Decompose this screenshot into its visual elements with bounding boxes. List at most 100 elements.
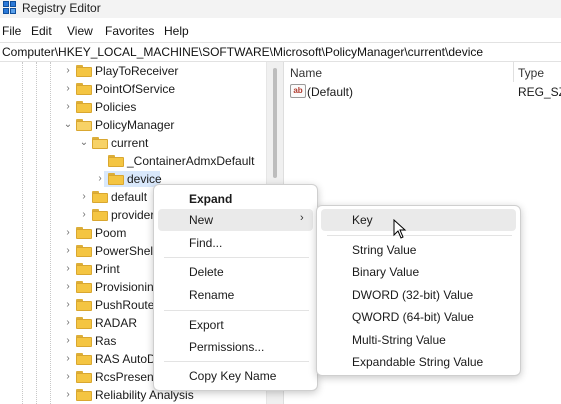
- menu-item-export[interactable]: Export: [158, 314, 313, 336]
- context-menu: Expand New › Find... Delete Rename Expor…: [153, 184, 318, 391]
- folder-icon: [92, 191, 108, 203]
- menu-item-new[interactable]: New ›: [158, 209, 313, 231]
- folder-icon: [76, 245, 92, 257]
- chevron-right-icon[interactable]: ›: [63, 281, 73, 293]
- folder-icon: [108, 155, 124, 167]
- menu-view[interactable]: View: [67, 24, 93, 38]
- string-value-icon: ab: [290, 84, 306, 98]
- folder-open-icon: [76, 119, 92, 131]
- tree-item-label: Ras: [95, 334, 117, 348]
- chevron-right-icon[interactable]: ›: [63, 389, 73, 401]
- chevron-right-icon[interactable]: ›: [95, 173, 105, 185]
- chevron-right-icon[interactable]: ›: [63, 353, 73, 365]
- tree-item-label: PowerShell: [95, 244, 156, 258]
- folder-icon: [76, 317, 92, 329]
- menu-separator: [164, 361, 309, 362]
- chevron-right-icon: ›: [300, 212, 304, 224]
- tree-item-label: Poom: [95, 226, 127, 240]
- tree-item-playtoreceiver[interactable]: › PlayToReceiver: [0, 62, 266, 80]
- tree-item-label: RAS AutoD: [95, 352, 156, 366]
- menu-item-find[interactable]: Find...: [158, 232, 313, 254]
- tree-item-label: provider: [111, 208, 155, 222]
- folder-icon: [76, 263, 92, 275]
- tree-item-label: _ContainerAdmxDefault: [127, 154, 255, 168]
- menu-item-permissions[interactable]: Permissions...: [158, 336, 313, 358]
- submenu-item-string-value[interactable]: String Value: [321, 239, 516, 261]
- column-divider[interactable]: [513, 62, 514, 82]
- folder-icon: [76, 281, 92, 293]
- window-title: Registry Editor: [22, 1, 101, 15]
- folder-icon: [76, 371, 92, 383]
- tree-item-label: RADAR: [95, 316, 138, 330]
- chevron-down-icon[interactable]: ⌄: [79, 137, 89, 149]
- folder-open-icon: [92, 137, 108, 149]
- chevron-right-icon[interactable]: ›: [63, 371, 73, 383]
- folder-icon: [108, 173, 124, 185]
- submenu-item-dword-value[interactable]: DWORD (32-bit) Value: [321, 284, 516, 306]
- menu-edit[interactable]: Edit: [31, 24, 52, 38]
- menu-help[interactable]: Help: [164, 24, 189, 38]
- tree-item-label: Print: [95, 262, 120, 276]
- chevron-right-icon[interactable]: ›: [63, 263, 73, 275]
- tree-item-label: Policies: [95, 100, 137, 114]
- scrollbar-thumb[interactable]: [273, 68, 277, 178]
- chevron-right-icon[interactable]: ›: [63, 245, 73, 257]
- tree-item-label: default: [111, 190, 148, 204]
- menu-item-expand[interactable]: Expand: [158, 188, 313, 210]
- menu-item-delete[interactable]: Delete: [158, 261, 313, 283]
- tree-item-policies[interactable]: › Policies: [0, 98, 266, 116]
- folder-icon: [76, 101, 92, 113]
- folder-icon: [76, 299, 92, 311]
- folder-icon: [76, 389, 92, 401]
- menu-separator: [327, 235, 512, 236]
- folder-icon: [76, 335, 92, 347]
- folder-icon: [76, 227, 92, 239]
- tree-item-label: Provisionin: [95, 280, 154, 294]
- chevron-right-icon[interactable]: ›: [63, 317, 73, 329]
- menu-item-copy-key-name[interactable]: Copy Key Name: [158, 365, 313, 387]
- address-bar[interactable]: Computer\HKEY_LOCAL_MACHINE\SOFTWARE\Mic…: [0, 42, 561, 62]
- tree-item-containeradmxdefault[interactable]: _ContainerAdmxDefault: [0, 152, 266, 170]
- value-type: REG_SZ: [518, 85, 561, 99]
- submenu-item-binary-value[interactable]: Binary Value: [321, 261, 516, 283]
- menu-file[interactable]: File: [2, 24, 21, 38]
- menu-separator: [164, 310, 309, 311]
- menu-favorites[interactable]: Favorites: [105, 24, 154, 38]
- submenu-item-multi-string-value[interactable]: Multi-String Value: [321, 329, 516, 351]
- address-path[interactable]: Computer\HKEY_LOCAL_MACHINE\SOFTWARE\Mic…: [2, 45, 483, 59]
- column-header-name[interactable]: Name: [290, 66, 322, 80]
- chevron-right-icon[interactable]: ›: [79, 209, 89, 221]
- chevron-right-icon[interactable]: ›: [63, 101, 73, 113]
- chevron-right-icon[interactable]: ›: [63, 65, 73, 77]
- tree-item-current[interactable]: ⌄ current: [0, 134, 266, 152]
- tree-item-label: PushRouter: [95, 298, 159, 312]
- chevron-right-icon[interactable]: ›: [79, 191, 89, 203]
- chevron-right-icon[interactable]: ›: [63, 299, 73, 311]
- value-name: (Default): [307, 85, 354, 99]
- tree-item-label: PointOfService: [95, 82, 176, 96]
- new-submenu: Key String Value Binary Value DWORD (32-…: [316, 205, 521, 376]
- chevron-right-icon[interactable]: ›: [63, 83, 73, 95]
- submenu-item-key[interactable]: Key: [321, 209, 516, 231]
- tree-item-policymanager[interactable]: ⌄ PolicyManager: [0, 116, 266, 134]
- tree-item-pointofservice[interactable]: › PointOfService: [0, 80, 266, 98]
- tree-item-label: current: [111, 136, 149, 150]
- chevron-right-icon[interactable]: ›: [63, 335, 73, 347]
- mouse-cursor-icon: [393, 219, 407, 239]
- menu-separator: [164, 257, 309, 258]
- column-header-type[interactable]: Type: [518, 66, 544, 80]
- tree-item-label: PlayToReceiver: [95, 64, 179, 78]
- registry-editor-app-icon: [3, 1, 17, 15]
- submenu-item-qword-value[interactable]: QWORD (64-bit) Value: [321, 306, 516, 328]
- title-bar: Registry Editor: [0, 0, 561, 18]
- submenu-item-expandable-string-value[interactable]: Expandable String Value: [321, 351, 516, 373]
- folder-icon: [76, 83, 92, 95]
- menu-bar: File Edit View Favorites Help: [0, 20, 561, 42]
- tree-item-label: PolicyManager: [95, 118, 175, 132]
- folder-icon: [92, 209, 108, 221]
- chevron-down-icon[interactable]: ⌄: [63, 119, 73, 131]
- folder-icon: [76, 65, 92, 77]
- chevron-right-icon[interactable]: ›: [63, 227, 73, 239]
- menu-item-rename[interactable]: Rename: [158, 284, 313, 306]
- folder-icon: [76, 353, 92, 365]
